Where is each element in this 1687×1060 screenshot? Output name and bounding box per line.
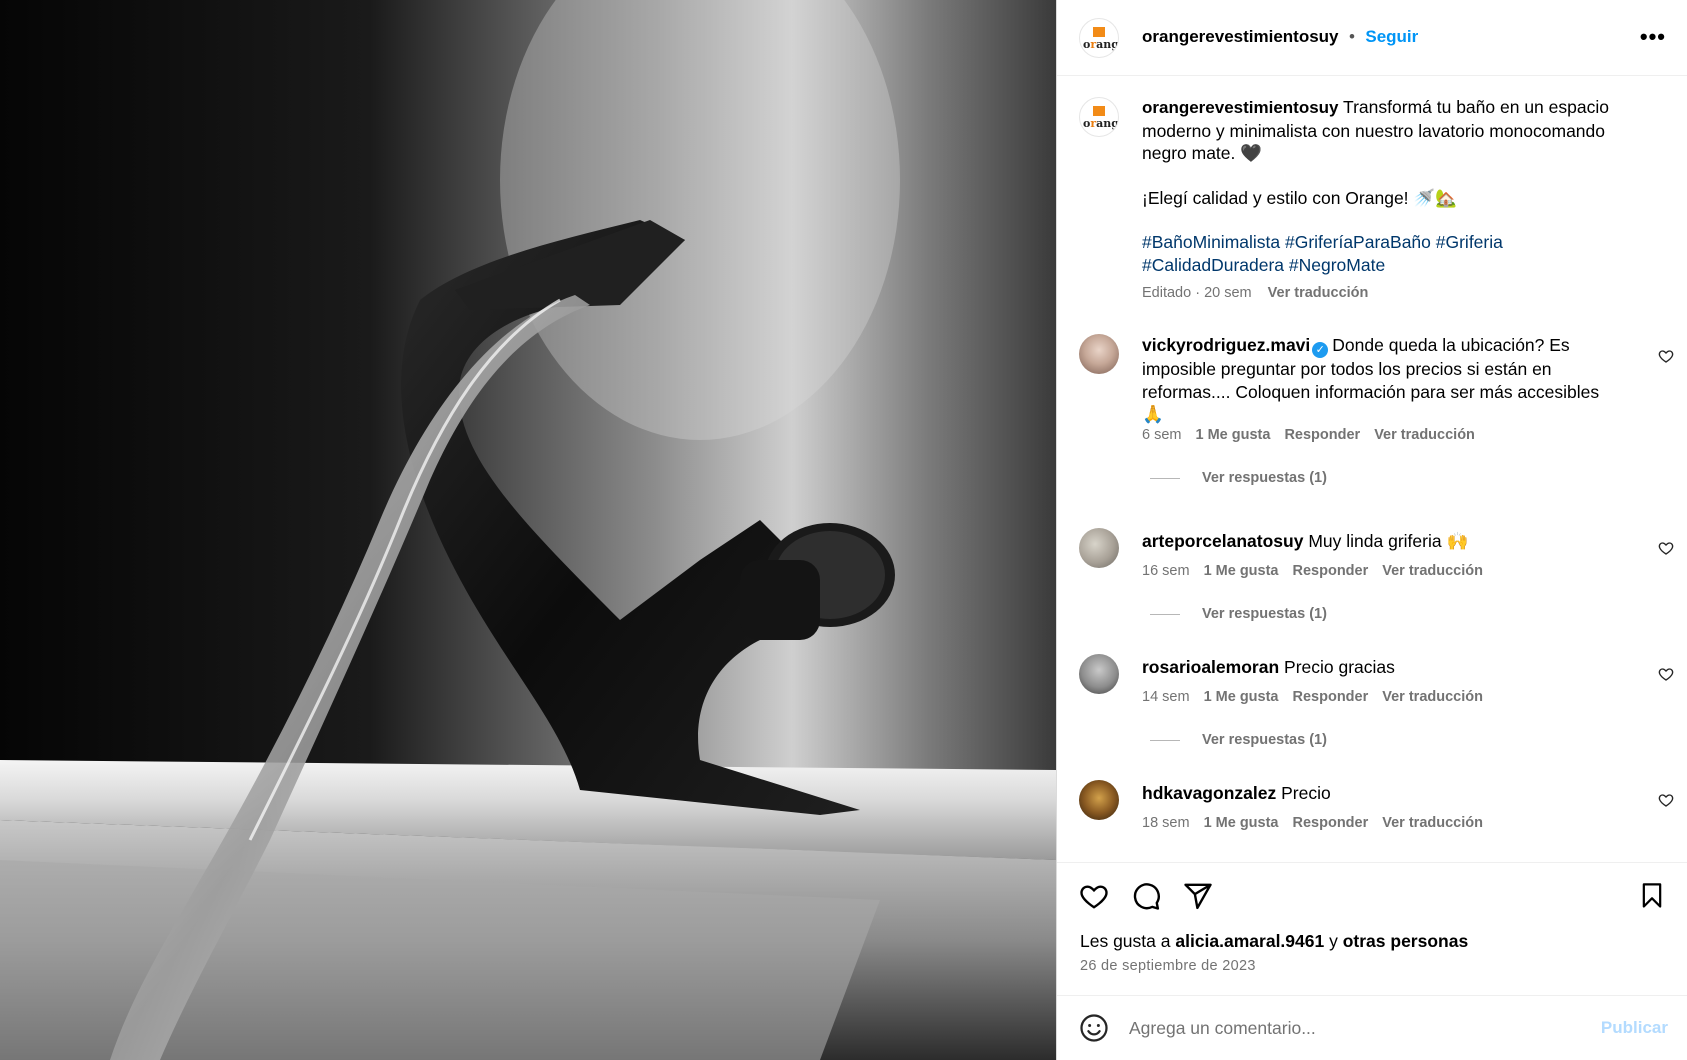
bookmark-icon[interactable] bbox=[1638, 881, 1666, 911]
translate-button[interactable]: Ver traducción bbox=[1382, 563, 1483, 579]
caption-hashtags[interactable]: #BañoMinimalista #GriferíaParaBaño #Grif… bbox=[1142, 231, 1642, 276]
comment-username[interactable]: hdkavagonzalez bbox=[1142, 783, 1276, 803]
verified-badge-icon: ✓ bbox=[1312, 342, 1329, 358]
comment-input[interactable] bbox=[1129, 1014, 1579, 1042]
post-caption: orangerevestimientosuy Transformá tu bañ… bbox=[1142, 96, 1642, 305]
replies-line bbox=[1150, 613, 1180, 615]
view-replies-button[interactable]: Ver respuestas (1) bbox=[1150, 732, 1327, 748]
comment-icon[interactable] bbox=[1131, 881, 1161, 911]
comment-likes[interactable]: 1 Me gusta bbox=[1204, 689, 1279, 705]
comment-likes[interactable]: 1 Me gusta bbox=[1196, 427, 1271, 443]
likes-prefix: Les gusta a bbox=[1080, 931, 1176, 951]
comment-like-heart-icon[interactable] bbox=[1658, 666, 1674, 682]
follow-button[interactable]: Seguir bbox=[1365, 27, 1418, 46]
post-image[interactable] bbox=[0, 0, 1056, 1060]
profile-avatar[interactable]: orange bbox=[1079, 18, 1119, 58]
caption-username[interactable]: orangerevestimientosuy bbox=[1142, 98, 1339, 117]
comment-like-heart-icon[interactable] bbox=[1658, 792, 1674, 808]
reply-button[interactable]: Responder bbox=[1293, 563, 1369, 579]
likes-summary: Les gusta a alicia.amaral.9461 y otras p… bbox=[1080, 931, 1468, 952]
reply-button[interactable]: Responder bbox=[1293, 689, 1369, 705]
comment-text: Muy linda griferia 🙌 bbox=[1308, 531, 1469, 551]
separator-dot: • bbox=[1348, 27, 1355, 46]
logo-square bbox=[1093, 106, 1105, 116]
comment-likes[interactable]: 1 Me gusta bbox=[1204, 563, 1279, 579]
view-replies-label: Ver respuestas (1) bbox=[1202, 732, 1327, 748]
comment-like-heart-icon[interactable] bbox=[1658, 348, 1674, 364]
brand-logo: orange bbox=[1083, 117, 1119, 130]
add-comment-bar: Publicar bbox=[1057, 995, 1687, 1060]
translate-button[interactable]: Ver traducción bbox=[1374, 427, 1475, 443]
replies-line bbox=[1150, 739, 1180, 741]
reply-button[interactable]: Responder bbox=[1284, 427, 1360, 443]
replies-line bbox=[1150, 477, 1180, 479]
commenter-avatar[interactable] bbox=[1079, 654, 1119, 694]
publish-button[interactable]: Publicar bbox=[1601, 1018, 1668, 1038]
comment-time: 14 sem bbox=[1142, 689, 1190, 705]
comment-username[interactable]: arteporcelanatosuy bbox=[1142, 531, 1303, 551]
comment-time: 16 sem bbox=[1142, 563, 1190, 579]
caption-line-2: ¡Elegí calidad y estilo con Orange! 🚿🏡 bbox=[1142, 187, 1457, 208]
commenter-avatar[interactable] bbox=[1079, 334, 1119, 374]
comment-likes[interactable]: 1 Me gusta bbox=[1204, 815, 1279, 831]
logo-square bbox=[1093, 27, 1105, 37]
more-options-icon[interactable]: ••• bbox=[1640, 24, 1666, 50]
brand-logo: orange bbox=[1083, 38, 1119, 51]
view-replies-label: Ver respuestas (1) bbox=[1202, 470, 1327, 486]
view-replies-label: Ver respuestas (1) bbox=[1202, 606, 1327, 622]
header-username[interactable]: orangerevestimientosuy bbox=[1142, 27, 1339, 46]
view-replies-button[interactable]: Ver respuestas (1) bbox=[1150, 470, 1327, 486]
commenter-avatar[interactable] bbox=[1079, 780, 1119, 820]
comment-username[interactable]: rosarioalemoran bbox=[1142, 657, 1279, 677]
post-header: orange orangerevestimientosuy • Seguir •… bbox=[1057, 0, 1687, 76]
translate-button[interactable]: Ver traducción bbox=[1382, 689, 1483, 705]
post-panel: orange orangerevestimientosuy • Seguir •… bbox=[1056, 0, 1687, 1060]
caption-avatar[interactable]: orange bbox=[1079, 97, 1119, 137]
caption-edited: Editado · 20 sem bbox=[1142, 285, 1252, 301]
likes-middle: y bbox=[1324, 931, 1343, 951]
comment-like-heart-icon[interactable] bbox=[1658, 540, 1674, 556]
view-replies-button[interactable]: Ver respuestas (1) bbox=[1150, 606, 1327, 622]
translate-button[interactable]: Ver traducción bbox=[1382, 815, 1483, 831]
comment-text: Precio gracias bbox=[1284, 657, 1395, 677]
post-date[interactable]: 26 de septiembre de 2023 bbox=[1080, 958, 1256, 974]
caption-translate[interactable]: Ver traducción bbox=[1268, 285, 1369, 301]
comment-text: Precio bbox=[1281, 783, 1331, 803]
emoji-icon[interactable] bbox=[1079, 1013, 1109, 1043]
commenter-avatar[interactable] bbox=[1079, 528, 1119, 568]
share-icon[interactable] bbox=[1183, 881, 1213, 911]
comment-time: 6 sem bbox=[1142, 427, 1182, 443]
faucet-illustration bbox=[0, 0, 1056, 1060]
heart-icon[interactable] bbox=[1079, 881, 1109, 911]
liker-username[interactable]: alicia.amaral.9461 bbox=[1175, 931, 1324, 951]
comment-time: 18 sem bbox=[1142, 815, 1190, 831]
likes-others[interactable]: otras personas bbox=[1343, 931, 1468, 951]
reply-button[interactable]: Responder bbox=[1293, 815, 1369, 831]
comment-username[interactable]: vickyrodriguez.mavi bbox=[1142, 335, 1310, 355]
